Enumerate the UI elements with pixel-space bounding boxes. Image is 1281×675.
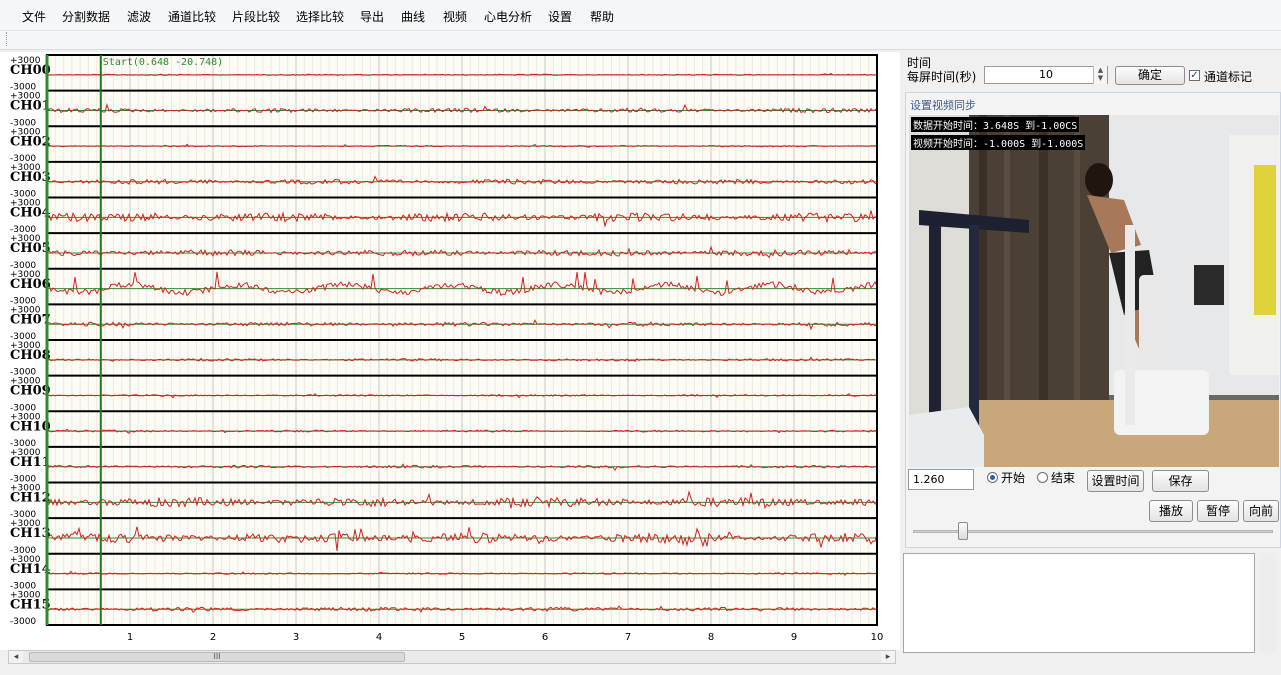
x-tick-label: 2: [210, 632, 216, 643]
menu-file[interactable]: 文件: [22, 8, 46, 25]
video-time-value: 1.260: [913, 473, 945, 486]
channel-label-ch02: CH02: [10, 134, 51, 149]
x-tick-label: 3: [293, 632, 299, 643]
x-tick-label: 6: [542, 632, 548, 643]
set-time-button[interactable]: 设置时间: [1087, 470, 1144, 492]
menu-bar: 文件 分割数据 滤波 通道比较 片段比较 选择比较 导出 曲线 视频 心电分析 …: [0, 0, 1281, 31]
channel-label-ch14: CH14: [10, 562, 51, 577]
x-tick-label: 5: [459, 632, 465, 643]
forward-button[interactable]: 向前: [1243, 500, 1279, 522]
toolbar-grip[interactable]: [6, 32, 10, 46]
x-tick-label: 8: [708, 632, 714, 643]
start-radio-label: 开始: [1001, 471, 1026, 485]
notes-vertical-scrollbar[interactable]: [1260, 553, 1276, 653]
x-tick-label: 9: [791, 632, 797, 643]
channel-label-ch12: CH12: [10, 491, 51, 506]
menu-split-data[interactable]: 分割数据: [62, 8, 110, 25]
channel-label-ch06: CH06: [10, 277, 51, 292]
menu-channel-compare[interactable]: 通道比较: [168, 8, 216, 25]
scrollbar-thumb[interactable]: III: [29, 652, 405, 662]
end-radio-label: 结束: [1051, 471, 1076, 485]
menu-help[interactable]: 帮助: [590, 8, 614, 25]
channel-label-ch13: CH13: [10, 526, 51, 541]
end-radio[interactable]: [1037, 472, 1048, 483]
notes-box[interactable]: [903, 553, 1255, 653]
eeg-plot-panel[interactable]: +3000 CH00 -3000 +3000 CH01 -3000 +3000 CH02 -30…: [0, 52, 900, 650]
channel-label-ch15: CH15: [10, 597, 51, 612]
start-radio[interactable]: [987, 472, 998, 483]
menu-select-compare[interactable]: 选择比较: [296, 8, 344, 25]
channel-label-ch10: CH10: [10, 419, 51, 434]
channel-label-ch01: CH01: [10, 99, 51, 114]
per-screen-time-value: 10: [1039, 68, 1053, 81]
channel-mark-label: 通道标记: [1204, 70, 1253, 84]
spin-updown-icon[interactable]: ▲ ▼: [1093, 66, 1107, 84]
per-screen-label: 每屏时间(秒): [907, 70, 977, 84]
channel-label-ch09: CH09: [10, 384, 51, 399]
video-time-input[interactable]: 1.260: [908, 469, 974, 490]
data-start-overlay: 数据开始时间：3.648S 到-1.00CS: [911, 117, 1080, 132]
video-start-overlay: 视频开始时间：-1.000S 到-1.000S: [911, 135, 1086, 150]
x-tick-label: 1: [127, 632, 133, 643]
scroll-right-arrow-icon[interactable]: ▸: [881, 651, 895, 663]
menu-export[interactable]: 导出: [360, 8, 384, 25]
eeg-plot[interactable]: +3000CH00-3000+3000CH01-3000+3000CH02-30…: [0, 52, 900, 650]
x-tick-label: 10: [871, 632, 884, 643]
scroll-left-arrow-icon[interactable]: ◂: [9, 651, 23, 663]
play-button[interactable]: 播放: [1149, 500, 1193, 522]
channel-label-ch04: CH04: [10, 206, 51, 221]
start-marker-label: Start(0.648 -20.748): [103, 57, 223, 68]
channel-label-ch00: CH00: [10, 63, 51, 78]
menu-filter[interactable]: 滤波: [127, 8, 151, 25]
channel-label-ch07: CH07: [10, 312, 51, 327]
toolbar: [0, 31, 1281, 50]
channel-label-ch08: CH08: [10, 348, 51, 363]
confirm-button[interactable]: 确定: [1115, 66, 1185, 85]
scale-bottom-label: -3000: [10, 617, 36, 627]
pause-button[interactable]: 暂停: [1197, 500, 1239, 522]
video-slider-thumb[interactable]: [958, 522, 968, 540]
save-button[interactable]: 保存: [1152, 470, 1209, 492]
x-tick-label: 7: [625, 632, 631, 643]
menu-curve[interactable]: 曲线: [401, 8, 425, 25]
horizontal-scrollbar[interactable]: ◂ III ▸: [8, 650, 896, 664]
x-tick-label: 4: [376, 632, 382, 643]
channel-label-ch11: CH11: [10, 455, 51, 470]
video-sync-title: 设置视频同步: [910, 99, 976, 112]
menu-segment-compare[interactable]: 片段比较: [232, 8, 280, 25]
video-image: [909, 115, 1279, 467]
menu-video[interactable]: 视频: [443, 8, 467, 25]
menu-ecg-analysis[interactable]: 心电分析: [484, 8, 532, 25]
channel-mark-checkbox[interactable]: ✓: [1189, 70, 1200, 81]
per-screen-time-input[interactable]: 10: [984, 66, 1108, 84]
channel-label-ch03: CH03: [10, 170, 51, 185]
menu-settings[interactable]: 设置: [548, 8, 572, 25]
channel-label-ch05: CH05: [10, 241, 51, 256]
video-frame[interactable]: 数据开始时间：3.648S 到-1.00CS 视频开始时间：-1.000S 到-…: [909, 115, 1279, 467]
